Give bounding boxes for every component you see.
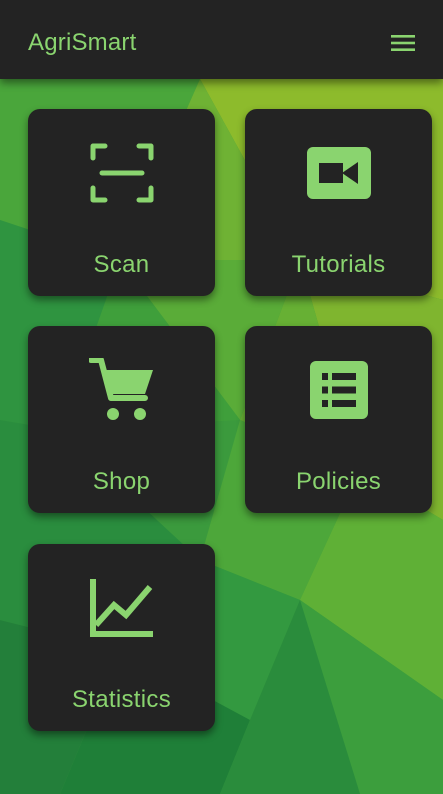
policies-label: Policies — [295, 468, 382, 495]
shop-label: Shop — [92, 468, 151, 495]
shopping-cart-icon — [88, 358, 153, 420]
line-chart-icon — [89, 579, 153, 637]
list-document-icon — [309, 361, 368, 419]
scan-label: Scan — [93, 251, 150, 278]
shop-tile[interactable]: Shop — [28, 326, 215, 513]
tutorials-tile[interactable]: Tutorials — [245, 109, 432, 296]
menu-button[interactable] — [385, 25, 421, 61]
video-camera-icon — [306, 147, 371, 199]
tutorials-label: Tutorials — [291, 251, 386, 278]
scan-icon — [90, 143, 153, 203]
statistics-label: Statistics — [71, 686, 172, 713]
app-title: AgriSmart — [28, 29, 137, 56]
app-bar: AgriSmart — [0, 0, 443, 79]
hamburger-menu-icon — [391, 35, 415, 51]
policies-tile[interactable]: Policies — [245, 326, 432, 513]
scan-tile[interactable]: Scan — [28, 109, 215, 296]
statistics-tile[interactable]: Statistics — [28, 544, 215, 731]
